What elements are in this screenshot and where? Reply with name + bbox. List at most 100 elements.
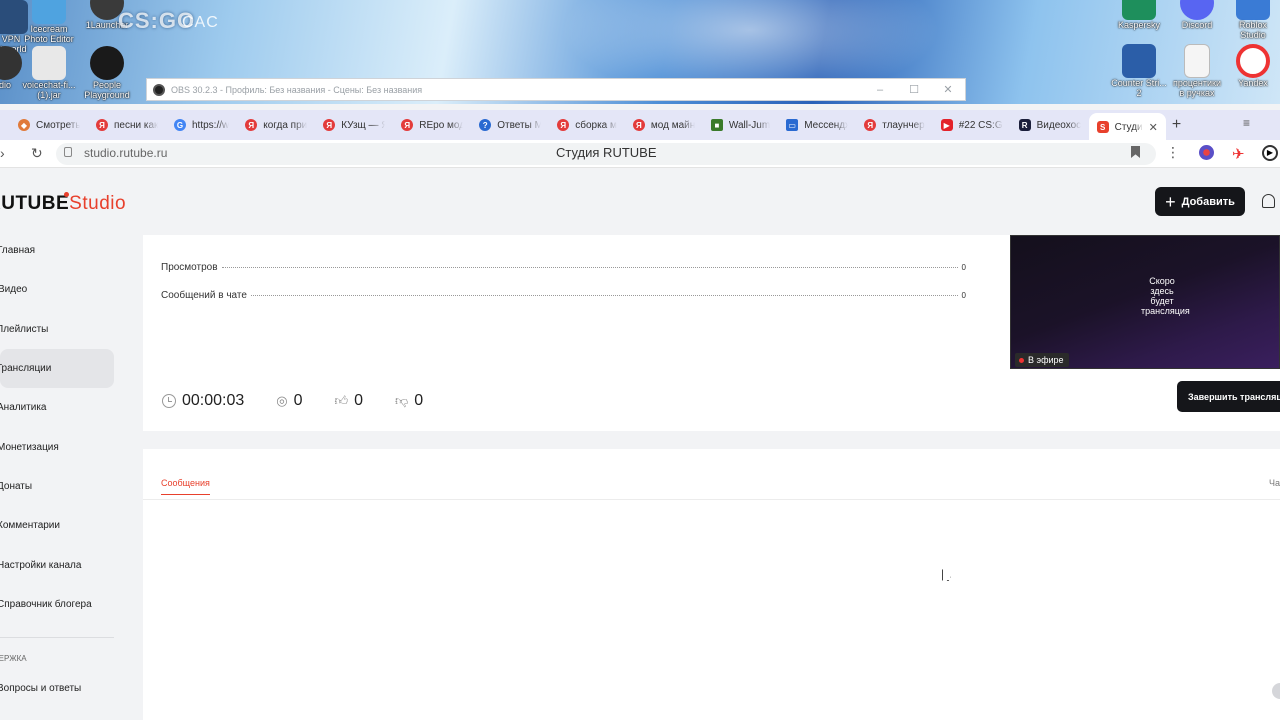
url-text[interactable]: studio.rutube.ru bbox=[84, 146, 167, 160]
metric-duration: 00:00:03 bbox=[162, 392, 244, 410]
sidebar-item-comments[interactable]: Комментарии bbox=[0, 506, 111, 545]
browser-tab[interactable]: ■ Wall-Jum bbox=[703, 113, 778, 137]
metric-likes: 👍︎ 0 bbox=[334, 392, 364, 409]
browser-tab[interactable]: Я КУзщ — Я bbox=[315, 113, 393, 137]
logo-rutube: RUTUBE bbox=[0, 193, 70, 214]
obs-window-titlebar[interactable]: OBS 30.2.3 - Профиль: Без названия - Сце… bbox=[146, 78, 966, 101]
people-playground-icon bbox=[90, 46, 124, 80]
discord-icon bbox=[1180, 0, 1214, 20]
java-jar-icon bbox=[32, 46, 66, 80]
sidebar-divider bbox=[0, 636, 114, 638]
browser-toolbar: › ↻ studio.rutube.ru Студия RUTUBE ⋮ ✈ ▶ bbox=[0, 140, 1280, 168]
extension-icon[interactable] bbox=[1199, 145, 1214, 160]
roblox-studio-icon bbox=[1236, 0, 1270, 20]
browser-tab[interactable]: Я REpo мод bbox=[393, 113, 471, 137]
thumbs-up-icon: 👍︎ bbox=[334, 393, 349, 408]
counter-strike-icon bbox=[1122, 44, 1156, 78]
rutube-studio-page: RUTUBEStudio + Добавить Главная Видео Пл… bbox=[0, 169, 1280, 720]
plus-icon: + bbox=[1165, 191, 1176, 212]
yandex-favicon-icon: Я bbox=[245, 119, 258, 131]
forward-icon[interactable]: › bbox=[0, 145, 5, 161]
sidebar-item-monetization[interactable]: Монетизация bbox=[0, 427, 111, 466]
sidebar: Главная Видео Плейлисты Трансляции Анали… bbox=[0, 231, 130, 699]
messenger-favicon-icon: ▭ bbox=[786, 119, 799, 131]
metric-dislikes: 👎︎ 0 bbox=[395, 392, 424, 409]
dotted-leader bbox=[221, 267, 958, 268]
yandex-browser-icon bbox=[1236, 44, 1270, 78]
stream-preview[interactable]: Скоро здесь будет трансляция В эфире bbox=[1010, 235, 1280, 369]
icecream-icon bbox=[32, 0, 66, 24]
bell-icon[interactable] bbox=[1262, 194, 1275, 208]
logo-dot bbox=[64, 192, 69, 197]
page-title: Студия RUTUBE bbox=[556, 145, 657, 160]
yandex-favicon-icon: Я bbox=[557, 119, 570, 131]
document-icon bbox=[1184, 44, 1210, 78]
tab-messages[interactable]: Сообщения bbox=[161, 478, 210, 495]
tabs-divider bbox=[143, 499, 1280, 500]
sidebar-item-blogger-guide[interactable]: Справочник блогера bbox=[0, 585, 111, 624]
sidebar-item-faq[interactable]: Вопросы и ответы bbox=[0, 679, 111, 699]
live-metrics: 00:00:03 ◎ 0 👍︎ 0 👎︎ 0 bbox=[162, 392, 455, 410]
reload-icon[interactable]: ↻ bbox=[31, 145, 43, 162]
end-broadcast-button[interactable]: Завершить трансляцию bbox=[1177, 381, 1280, 412]
dotted-leader bbox=[250, 295, 958, 296]
browser-tab[interactable]: Ямод майн bbox=[625, 113, 703, 137]
close-button[interactable]: ✕ bbox=[931, 83, 965, 96]
sidebar-item-analytics[interactable]: Аналитика bbox=[0, 388, 111, 427]
rutube-favicon-icon: R bbox=[1018, 119, 1031, 131]
kaspersky-icon bbox=[1122, 0, 1156, 20]
sidebar-item-donations[interactable]: Донаты bbox=[0, 467, 111, 506]
media-extension-icon[interactable]: ▶ bbox=[1262, 145, 1278, 161]
desktop-icon-yandex[interactable]: Yandex bbox=[1218, 44, 1280, 88]
browser-tab-active[interactable]: S Студи ✕ bbox=[1088, 113, 1166, 141]
new-tab-button[interactable]: + bbox=[1172, 116, 1181, 134]
cac-logo: CAC bbox=[182, 14, 219, 31]
obs-window-title: OBS 30.2.3 - Профиль: Без названия - Сце… bbox=[171, 84, 423, 95]
sidebar-item-broadcasts[interactable]: Трансляции bbox=[0, 348, 114, 389]
rutube-studio-logo[interactable]: RUTUBEStudio bbox=[0, 192, 127, 215]
tab-favicon-icon: ◆ bbox=[18, 119, 30, 131]
logo-studio: Studio bbox=[69, 193, 127, 214]
yandex-favicon-icon: Я bbox=[323, 119, 336, 131]
browser-tab[interactable]: Ghttps://w bbox=[166, 113, 237, 137]
yandex-favicon-icon: Я bbox=[401, 119, 414, 131]
browser-tab[interactable]: Япесни как bbox=[88, 113, 166, 137]
browser-tab[interactable]: Якогда при bbox=[237, 113, 315, 137]
sidebar-item-playlists[interactable]: Плейлисты bbox=[0, 310, 110, 349]
browser-tab[interactable]: ▭ Мессендж bbox=[778, 113, 856, 137]
minimize-button[interactable]: – bbox=[863, 84, 897, 96]
lock-icon[interactable] bbox=[64, 147, 72, 157]
tab-chat[interactable]: Чат bbox=[1269, 478, 1280, 488]
google-favicon-icon: G bbox=[174, 119, 186, 131]
browser-tab[interactable]: Ясборка м bbox=[549, 113, 625, 137]
tab-close-icon[interactable]: ✕ bbox=[1149, 121, 1158, 134]
add-button[interactable]: + Добавить bbox=[1155, 187, 1245, 216]
maximize-button[interactable]: ☐ bbox=[897, 83, 931, 96]
live-badge: В эфире bbox=[1015, 353, 1069, 367]
desktop-icon-roblox-studio[interactable]: Roblox Studio bbox=[1218, 0, 1280, 40]
desktop-icon-people-playground[interactable]: People Playground bbox=[72, 46, 142, 100]
sidebar-item-channel-settings[interactable]: Настройки канала bbox=[0, 545, 111, 584]
broadcast-stats-card: Просмотров 0 Сообщений в чате 0 Скоро зд… bbox=[143, 235, 1280, 431]
minecraft-favicon-icon: ■ bbox=[710, 119, 723, 131]
browser-tab[interactable]: RВидеохост bbox=[1011, 113, 1089, 137]
list-tabs-icon[interactable]: ≡ bbox=[1243, 116, 1250, 130]
rocket-extension-icon[interactable]: ✈ bbox=[1232, 145, 1245, 163]
sidebar-item-home[interactable]: Главная bbox=[0, 231, 111, 270]
messages-card: Сообщения Чат bbox=[143, 449, 1280, 720]
stat-chat-messages: Сообщений в чате 0 bbox=[161, 290, 966, 301]
rutube-studio-favicon-icon: S bbox=[1096, 121, 1109, 133]
yandex-favicon-icon: Я bbox=[632, 119, 645, 131]
thumbs-down-icon: 👎︎ bbox=[395, 393, 409, 408]
viewers-icon: ◎ bbox=[276, 393, 288, 408]
browser-tab[interactable]: Ятлаунчер bbox=[856, 113, 933, 137]
preview-placeholder-text: Скоро здесь будет трансляция bbox=[1141, 276, 1190, 316]
browser-tab[interactable]: ? Ответы М bbox=[471, 113, 549, 137]
browser-tab[interactable]: ▶ #22 CS:G bbox=[933, 113, 1011, 137]
clock-icon bbox=[162, 394, 176, 408]
browser-tab[interactable]: ◆ Смотреть bbox=[10, 113, 88, 137]
add-button-label: Добавить bbox=[1181, 195, 1235, 208]
browser-tab-strip: ◆ Смотреть Япесни как Ghttps://w Якогда п… bbox=[0, 110, 1280, 141]
more-options-icon[interactable]: ⋮ bbox=[1166, 144, 1180, 161]
sidebar-item-video[interactable]: Видео bbox=[0, 270, 112, 309]
